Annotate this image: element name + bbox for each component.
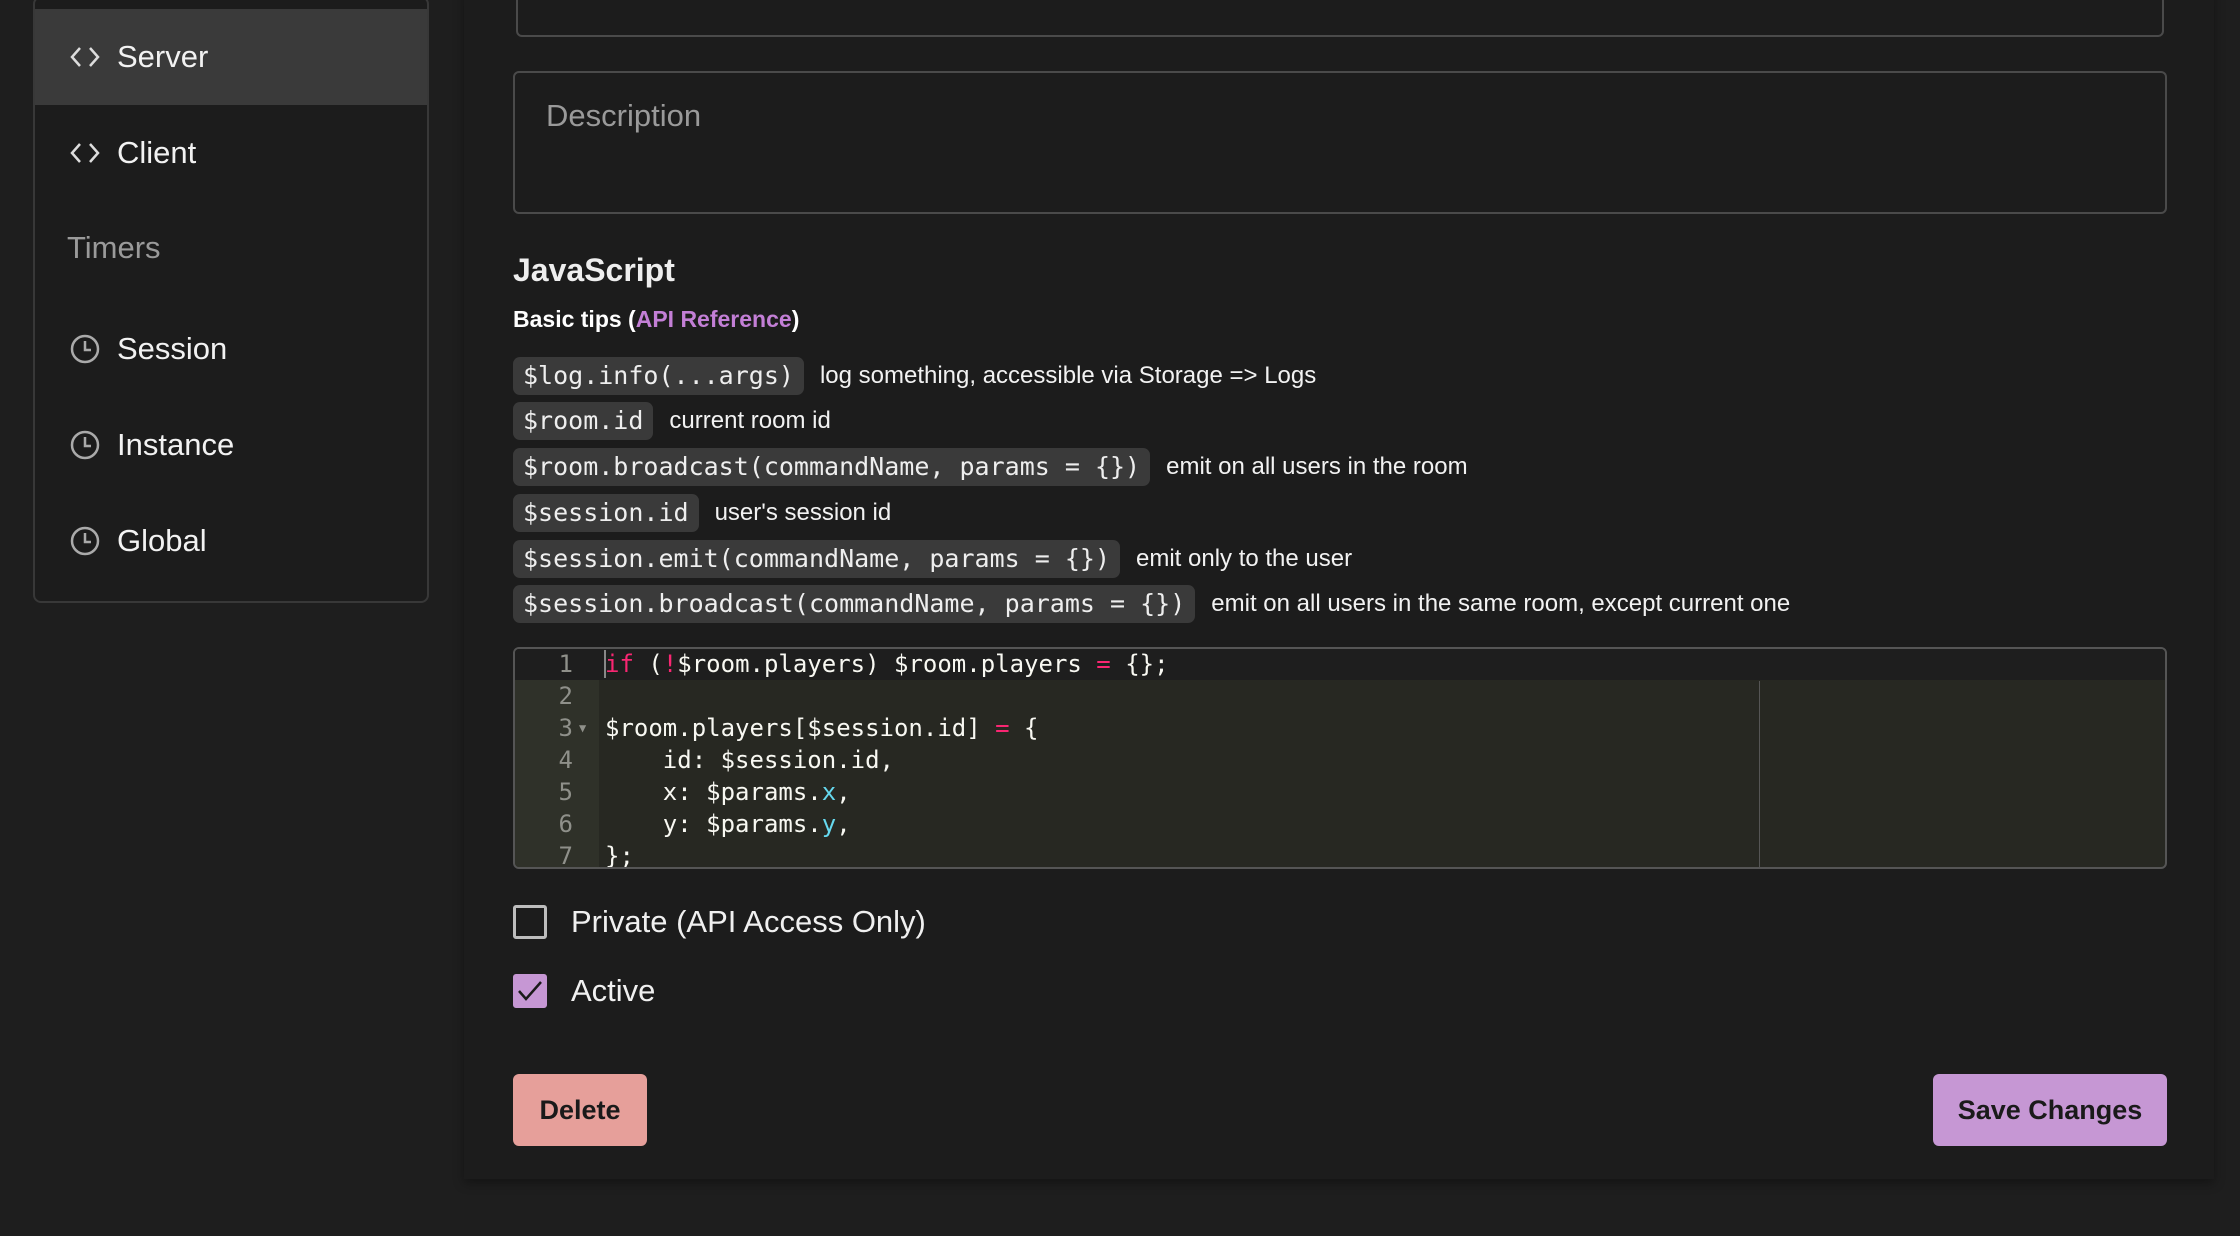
code-text: if (!$room.players) $room.players = {}; [605,650,1169,678]
text-cursor [604,650,606,678]
clock-icon [67,523,103,559]
tips-label: Basic tips (API Reference) [513,306,799,333]
code-icon [67,39,103,75]
api-reference-link[interactable]: API Reference [636,306,792,332]
tip-row: $log.info(...args) log something, accessi… [513,357,1316,395]
code-text: y: $params.y, [605,810,851,838]
line-number: 5 [558,778,573,806]
save-changes-button[interactable]: Save Changes [1933,1074,2167,1146]
active-checkbox[interactable] [513,974,547,1008]
tip-desc: emit on all users in the same room, exce… [1211,590,1791,617]
code-line[interactable]: 6 y: $params.y, [515,808,2165,840]
line-number: 7 [558,842,573,869]
tip-row: $room.broadcast(commandName, params = {}… [513,448,1468,486]
sidebar-item-client[interactable]: Client [35,105,427,201]
code-text: x: $params.x, [605,778,851,806]
line-number: 6 [558,810,573,838]
description-input[interactable] [544,97,2128,135]
code-editor[interactable]: 1 if (!$room.players) $room.players = {};… [513,647,2167,869]
code-icon [67,135,103,171]
sidebar-item-label: Global [117,523,207,558]
code-line[interactable]: 7}; [515,840,2165,869]
clock-icon [67,427,103,463]
code-text: $room.players[$session.id] = { [605,714,1039,742]
sidebar-item-label: Client [117,135,197,170]
code-line[interactable]: 5 x: $params.x, [515,776,2165,808]
private-label: Private (API Access Only) [571,904,926,939]
sidebar-item-instance[interactable]: Instance [35,397,427,493]
tip-code: $session.broadcast(commandName, params =… [513,585,1196,623]
tip-desc: user's session id [714,499,892,526]
private-checkbox[interactable] [513,905,547,939]
tip-desc: log something, accessible via Storage =>… [819,362,1317,389]
tip-code: $room.id [513,402,654,440]
code-text: id: $session.id, [605,746,894,774]
line-number: 4 [558,746,573,774]
tip-row: $session.broadcast(commandName, params =… [513,585,1790,623]
tip-row: $session.emit(commandName, params = {}) e… [513,540,1352,578]
delete-button[interactable]: Delete [513,1074,647,1146]
active-checkbox-row[interactable]: Active [513,973,655,1009]
line-number: 3 [558,714,573,742]
private-checkbox-row[interactable]: Private (API Access Only) [513,904,926,940]
tip-desc: emit only to the user [1136,545,1353,572]
sidebar-item-server[interactable]: Server [35,9,427,105]
tip-code: $log.info(...args) [513,357,804,395]
check-icon [518,981,542,1001]
line-number: 1 [558,650,573,678]
timers-heading: Timers [67,230,161,265]
sidebar: Server Client Timers Session Instance Gl… [33,0,429,603]
sidebar-item-label: Session [117,331,228,366]
editor-card: JavaScript Basic tips (API Reference) $l… [464,0,2214,1179]
clock-icon [67,331,103,367]
tip-row: $session.id user's session id [513,494,891,532]
sidebar-item-label: Server [117,39,209,74]
line-number: 2 [558,682,573,710]
tips-suffix: ) [791,306,800,332]
tip-desc: current room id [669,407,831,434]
tip-code: $session.id [513,494,699,532]
tip-code: $session.emit(commandName, params = {}) [513,540,1120,578]
active-label: Active [571,973,656,1008]
sidebar-item-global[interactable]: Global [35,493,427,589]
sidebar-item-label: Instance [117,427,235,462]
sidebar-item-session[interactable]: Session [35,301,427,397]
code-line[interactable]: 2 [515,680,2165,712]
code-text: }; [605,842,634,869]
code-line[interactable]: 3 ▼ $room.players[$session.id] = { [515,712,2165,744]
name-input[interactable] [516,0,2164,37]
code-line[interactable]: 4 id: $session.id, [515,744,2165,776]
tip-code: $room.broadcast(commandName, params = {}… [513,448,1151,486]
description-field[interactable] [513,71,2167,214]
tips-prefix: Basic tips ( [513,306,636,332]
code-line[interactable]: 1 if (!$room.players) $room.players = {}; [515,649,2165,680]
tip-desc: emit on all users in the room [1166,453,1468,480]
tip-row: $room.id current room id [513,402,831,440]
section-heading: JavaScript [513,252,675,288]
fold-arrow-icon[interactable]: ▼ [579,712,586,744]
